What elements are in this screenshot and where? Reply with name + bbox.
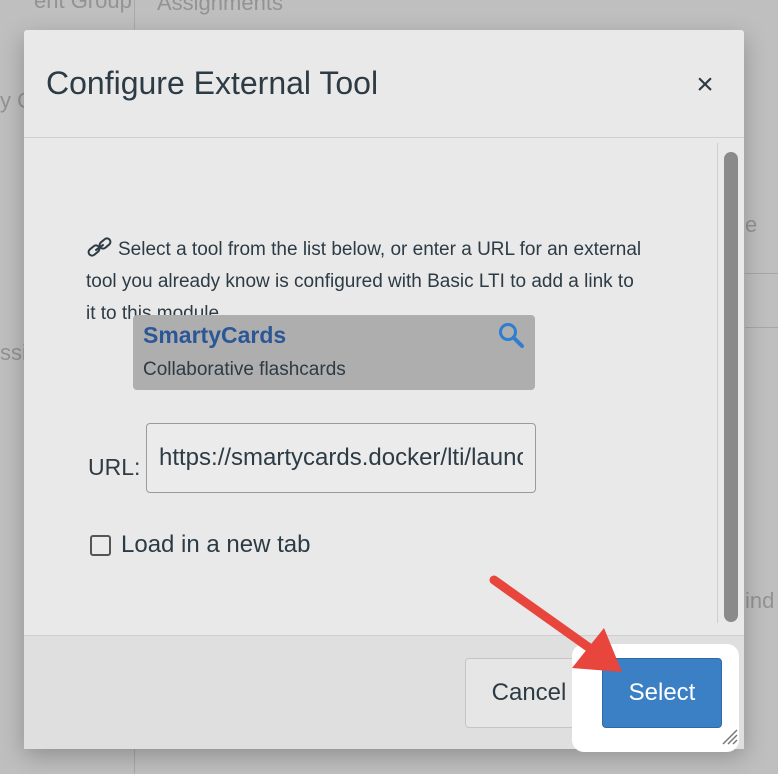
tool-description: Collaborative flashcards	[143, 359, 346, 380]
intro-text: Select a tool from the list below, or en…	[86, 239, 642, 324]
resize-grip-icon[interactable]	[720, 727, 738, 745]
tool-name: SmartyCards	[143, 322, 287, 348]
search-icon	[497, 321, 525, 349]
tool-item-smartycards[interactable]: SmartyCards Collaborative flashcards	[133, 315, 535, 390]
scrollbar-thumb[interactable]	[724, 152, 738, 622]
link-icon	[86, 236, 114, 260]
new-tab-checkbox-row[interactable]: Load in a new tab	[90, 531, 310, 559]
select-button[interactable]: Select	[602, 658, 722, 728]
close-button[interactable]: ×	[690, 70, 720, 100]
dialog-title: Configure External Tool	[46, 65, 379, 101]
new-tab-checkbox[interactable]	[90, 534, 111, 556]
dialog-footer: Cancel Select	[24, 635, 744, 752]
dialog-header: Configure External Tool ×	[24, 30, 744, 138]
close-icon: ×	[696, 68, 714, 101]
dialog-body: Select a tool from the list below, or en…	[24, 138, 744, 635]
configure-tool-dialog: Configure External Tool × Select a tool …	[24, 30, 744, 752]
new-tab-label: Load in a new tab	[121, 531, 311, 558]
url-input[interactable]	[146, 423, 536, 493]
url-label: URL:	[88, 454, 141, 480]
